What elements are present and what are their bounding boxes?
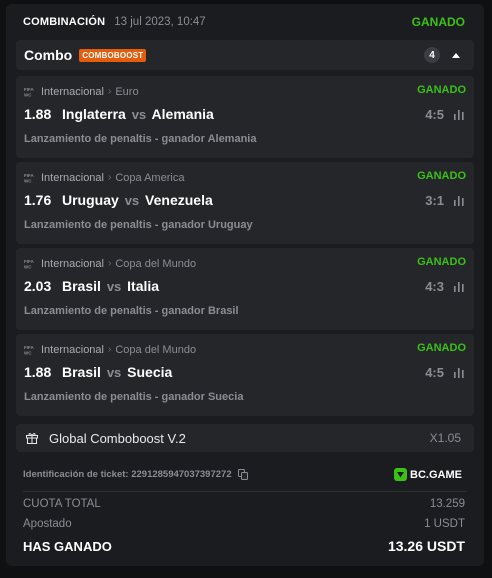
vs-label: vs <box>131 107 147 122</box>
ticket-id: Identificación de ticket: 22912859470373… <box>23 469 248 480</box>
league-category: Internacional <box>41 257 104 270</box>
copy-icon[interactable] <box>237 469 248 480</box>
gift-icon <box>26 433 38 444</box>
home-team: Inglaterra <box>62 106 126 122</box>
vs-label: vs <box>106 279 122 294</box>
fifa-icon: FIFA WC <box>24 343 37 356</box>
stake-row: Apostado 1 USDT <box>23 518 467 530</box>
ticket-id-label: Identificación de ticket: 22912859470373… <box>23 469 232 480</box>
bet-selection: FIFA WC Internacional › Copa del Mundo GA… <box>16 334 474 416</box>
selection-status: GANADO <box>417 256 466 268</box>
fifa-icon: FIFA WC <box>24 85 37 98</box>
stake-value: 1 USDT <box>424 518 465 530</box>
league-tournament: Copa America <box>115 171 185 184</box>
selection-status: GANADO <box>417 84 466 96</box>
chevron-right-icon: › <box>108 344 112 355</box>
league-breadcrumb: FIFA WC Internacional › Euro <box>24 85 139 98</box>
fifa-icon: FIFA WC <box>24 171 37 184</box>
svg-text:FIFA: FIFA <box>24 87 34 92</box>
selection-status: GANADO <box>417 342 466 354</box>
selection-market: Lanzamiento de penaltis - ganador Urugua… <box>24 219 253 231</box>
home-team: Uruguay <box>62 192 119 208</box>
total-odds-value: 13.259 <box>429 498 465 510</box>
match-score: 4:5 <box>425 107 444 122</box>
chevron-right-icon: › <box>108 86 112 97</box>
bet-status-badge: GANADO <box>411 15 465 29</box>
svg-text:WC: WC <box>24 265 32 270</box>
svg-text:FIFA: FIFA <box>24 173 34 178</box>
selection-count-badge: 4 <box>424 47 440 63</box>
match-teams[interactable]: Brasil vs Suecia <box>62 364 172 380</box>
away-team: Alemania <box>151 106 214 122</box>
global-comboboost-row: Global Comboboost V.2 X1.05 <box>16 424 474 452</box>
combo-name: Combo <box>24 47 73 63</box>
global-comboboost-label: Global Comboboost V.2 <box>49 430 186 446</box>
match-teams[interactable]: Inglaterra vs Alemania <box>62 106 214 122</box>
chevron-right-icon: › <box>108 172 112 183</box>
winnings-row: HAS GANADO 13.26 USDT <box>23 538 467 554</box>
brand-logo: BC.GAME <box>394 468 462 481</box>
total-odds-row: CUOTA TOTAL 13.259 <box>23 498 467 510</box>
selection-market: Lanzamiento de penaltis - ganador Brasil <box>24 305 239 317</box>
svg-text:WC: WC <box>24 351 32 356</box>
svg-text:FIFA: FIFA <box>24 345 34 350</box>
selection-market: Lanzamiento de penaltis - ganador Suecia <box>24 391 244 403</box>
league-tournament: Euro <box>115 85 139 98</box>
away-team: Italia <box>127 278 160 294</box>
league-category: Internacional <box>41 85 104 98</box>
caret-up-icon[interactable] <box>452 52 460 58</box>
total-odds-label: CUOTA TOTAL <box>23 498 101 510</box>
selection-odds: 1.88 <box>24 106 52 122</box>
league-tournament: Copa del Mundo <box>115 343 197 356</box>
bet-type-title: COMBINACIÓN <box>23 16 106 28</box>
stats-icon[interactable] <box>453 196 465 206</box>
selection-odds: 1.76 <box>24 192 52 208</box>
bet-header: COMBINACIÓN 13 jul 2023, 10:47 GANADO <box>23 14 467 30</box>
stake-label: Apostado <box>23 518 72 530</box>
bet-selection: FIFA WC Internacional › Euro GANADO 1.88 … <box>16 76 474 158</box>
league-breadcrumb: FIFA WC Internacional › Copa del Mundo <box>24 257 196 270</box>
league-category: Internacional <box>41 171 104 184</box>
divider <box>23 491 467 492</box>
away-team: Venezuela <box>145 192 213 208</box>
selection-status: GANADO <box>417 170 466 182</box>
svg-text:WC: WC <box>24 179 32 184</box>
svg-text:WC: WC <box>24 93 32 98</box>
away-team: Suecia <box>127 364 173 380</box>
match-score: 4:5 <box>425 365 444 380</box>
winnings-label: HAS GANADO <box>23 538 112 554</box>
selection-odds: 2.03 <box>24 278 52 294</box>
league-breadcrumb: FIFA WC Internacional › Copa del Mundo <box>24 343 196 356</box>
bet-datetime: 13 jul 2023, 10:47 <box>114 16 206 28</box>
bet-slip-card: COMBINACIÓN 13 jul 2023, 10:47 GANADO Co… <box>6 4 484 566</box>
match-score: 3:1 <box>425 193 444 208</box>
vs-label: vs <box>106 365 122 380</box>
home-team: Brasil <box>62 364 101 380</box>
comboboost-badge: COMBOBOOST <box>79 48 147 62</box>
global-comboboost-multiplier: X1.05 <box>429 431 461 445</box>
vs-label: vs <box>124 193 140 208</box>
league-category: Internacional <box>41 343 104 356</box>
match-teams[interactable]: Uruguay vs Venezuela <box>62 192 213 208</box>
winnings-value: 13.26 USDT <box>387 538 465 554</box>
league-breadcrumb: FIFA WC Internacional › Copa America <box>24 171 184 184</box>
match-teams[interactable]: Brasil vs Italia <box>62 278 159 294</box>
fifa-icon: FIFA WC <box>24 257 37 270</box>
svg-text:FIFA: FIFA <box>24 259 34 264</box>
brand-name: BC.GAME <box>410 468 462 481</box>
bet-selection: FIFA WC Internacional › Copa del Mundo GA… <box>16 248 474 330</box>
stats-icon[interactable] <box>453 368 465 378</box>
match-score: 4:3 <box>425 279 444 294</box>
stats-icon[interactable] <box>453 110 465 120</box>
bet-selection: FIFA WC Internacional › Copa America GANA… <box>16 162 474 244</box>
chevron-right-icon: › <box>108 258 112 269</box>
selection-market: Lanzamiento de penaltis - ganador Aleman… <box>24 133 257 145</box>
league-tournament: Copa del Mundo <box>115 257 197 270</box>
combo-toggle[interactable]: Combo COMBOBOOST 4 <box>16 40 474 70</box>
bcgame-logo-icon <box>394 468 408 481</box>
selection-odds: 1.88 <box>24 364 52 380</box>
home-team: Brasil <box>62 278 101 294</box>
stats-icon[interactable] <box>453 282 465 292</box>
